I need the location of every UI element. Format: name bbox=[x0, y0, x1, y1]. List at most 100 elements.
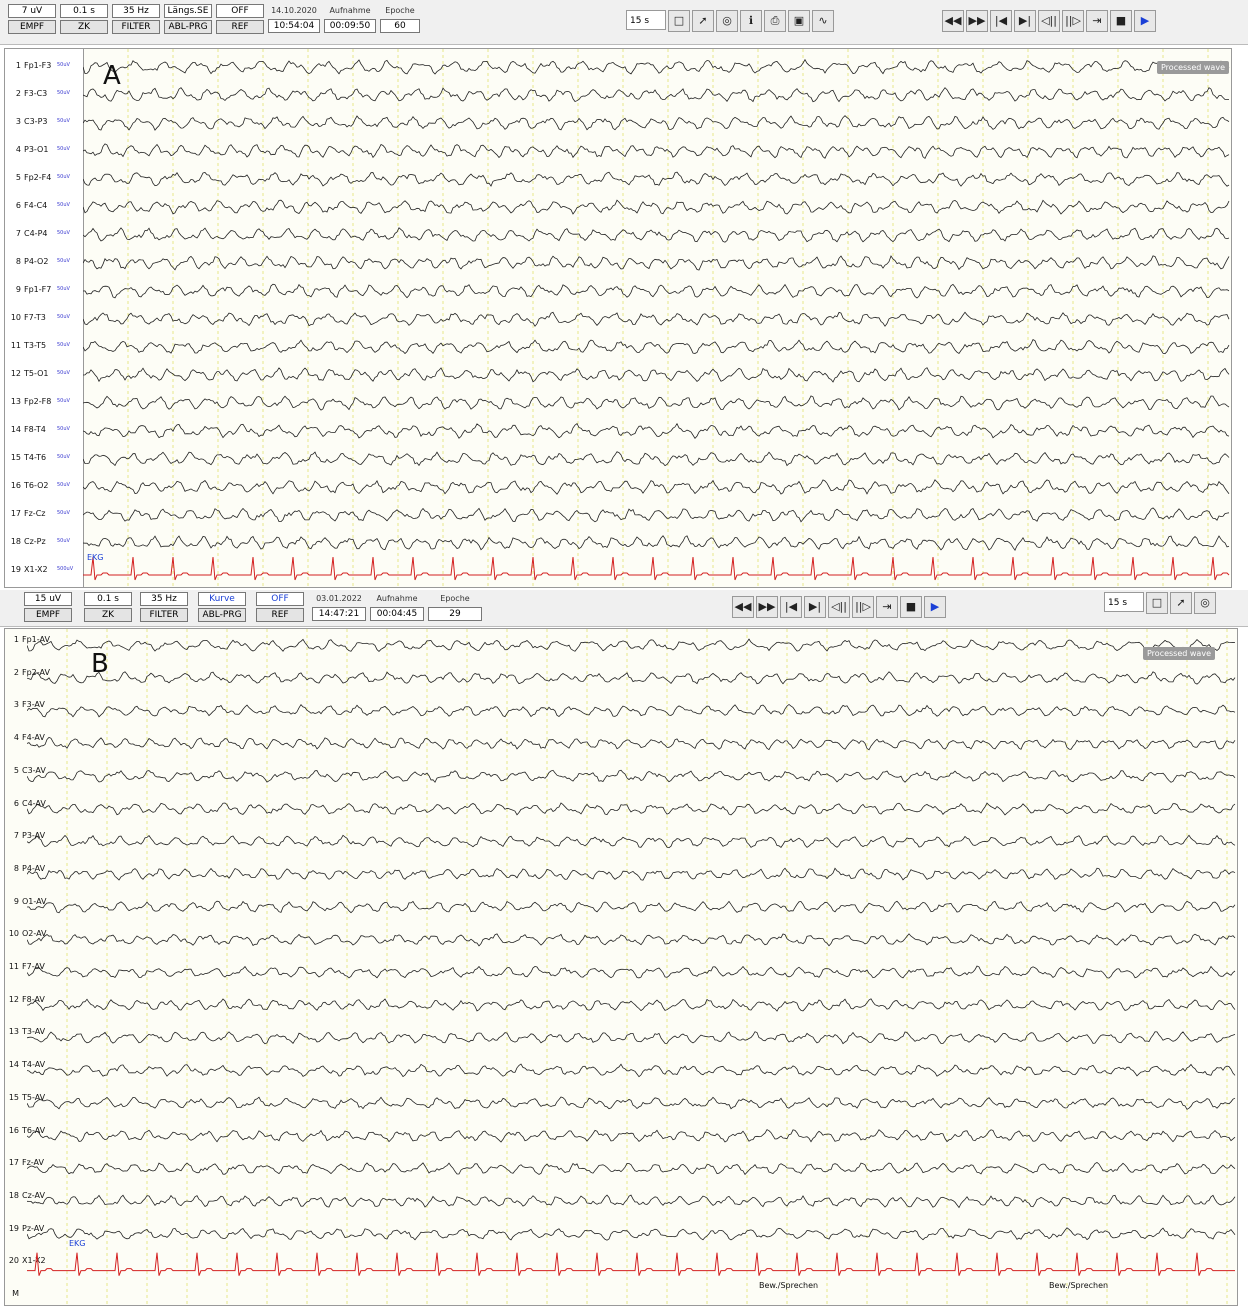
epoche-value[interactable]: 60 bbox=[380, 19, 420, 33]
zk-label-b[interactable]: ZK bbox=[84, 608, 132, 622]
timebase-select-b[interactable]: 15 s bbox=[1104, 592, 1144, 612]
step-forward-icon[interactable]: ||▷ bbox=[1062, 10, 1084, 32]
globe-icon[interactable]: ◎ bbox=[1194, 592, 1216, 614]
ablprg-label[interactable]: ABL-PRG bbox=[164, 20, 212, 34]
skip-end-icon[interactable]: ▶| bbox=[804, 596, 826, 618]
empf-control[interactable]: 7 uV EMPF bbox=[8, 4, 56, 34]
empf-label-b[interactable]: EMPF bbox=[24, 608, 72, 622]
ablprg-value[interactable]: Längs.SE bbox=[164, 4, 212, 18]
filter-control[interactable]: 35 Hz FILTER bbox=[112, 4, 160, 34]
event-marker-1[interactable]: Bew./Sprechen bbox=[759, 1281, 818, 1290]
channel-label[interactable]: 3 C3-P3 bbox=[7, 117, 48, 126]
eeg-trace bbox=[83, 479, 1230, 495]
channel-label[interactable]: 2 F3-C3 bbox=[7, 89, 47, 98]
fast-forward-icon[interactable]: ▶▶ bbox=[966, 10, 988, 32]
ref-label-b[interactable]: REF bbox=[256, 608, 304, 622]
skip-start-icon[interactable]: |◀ bbox=[780, 596, 802, 618]
ablprg-label-b[interactable]: ABL-PRG bbox=[198, 608, 246, 622]
channel-label[interactable]: 19 X1-X2 bbox=[7, 565, 48, 574]
nav-group-b: ◀◀ ▶▶ |◀ ▶| ◁|| ||▷ ⇥ ■ ▶ bbox=[732, 596, 946, 618]
channel-label[interactable]: 5 Fp2-F4 bbox=[7, 173, 51, 182]
ref-control-b[interactable]: OFF REF bbox=[256, 592, 304, 622]
skip-start-icon[interactable]: |◀ bbox=[990, 10, 1012, 32]
ref-value-b[interactable]: OFF bbox=[256, 592, 304, 606]
save-icon[interactable]: □ bbox=[1146, 592, 1168, 614]
fast-forward-icon[interactable]: ▶▶ bbox=[756, 596, 778, 618]
step-forward-icon[interactable]: ||▷ bbox=[852, 596, 874, 618]
info-icon[interactable]: ℹ bbox=[740, 10, 762, 32]
channel-label[interactable]: 10 F7-T3 bbox=[7, 313, 46, 322]
save-icon[interactable]: □ bbox=[668, 10, 690, 32]
filter-label[interactable]: FILTER bbox=[112, 20, 160, 34]
print-icon[interactable]: ⎙ bbox=[764, 10, 786, 32]
channel-label[interactable]: 8 P4-O2 bbox=[7, 257, 49, 266]
empf-label[interactable]: EMPF bbox=[8, 20, 56, 34]
ref-value[interactable]: OFF bbox=[216, 4, 264, 18]
step-back-icon[interactable]: ◁|| bbox=[1038, 10, 1060, 32]
channel-number: 18 bbox=[10, 537, 21, 546]
empf-control-b[interactable]: 15 uV EMPF bbox=[24, 592, 72, 622]
filter-control-b[interactable]: 35 Hz FILTER bbox=[140, 592, 188, 622]
eeg-plot-a[interactable]: 1 Fp1-F3 50uV 2 F3-C3 50uV 3 C3-P3 50uV 4 P3-O1 50u… bbox=[4, 48, 1232, 588]
channel-label[interactable]: 13 Fp2-F8 bbox=[7, 397, 52, 406]
channel-label[interactable]: 1 Fp1-F3 bbox=[7, 61, 51, 70]
zk-value-b[interactable]: 0.1 s bbox=[84, 592, 132, 606]
collapse-icon[interactable]: ⇥ bbox=[1086, 10, 1108, 32]
ablprg-value-b[interactable]: Kurve bbox=[198, 592, 246, 606]
epoche-value-b[interactable]: 29 bbox=[428, 607, 482, 621]
filter-label-b[interactable]: FILTER bbox=[140, 608, 188, 622]
ref-label[interactable]: REF bbox=[216, 20, 264, 34]
channel-label[interactable]: M bbox=[5, 1289, 22, 1298]
zk-value[interactable]: 0.1 s bbox=[60, 4, 108, 18]
rewind-icon[interactable]: ◀◀ bbox=[732, 596, 754, 618]
play-icon[interactable]: ▶ bbox=[1134, 10, 1156, 32]
channel-label[interactable]: 14 F8-T4 bbox=[7, 425, 46, 434]
event-marker-2[interactable]: Bew./Sprechen bbox=[1049, 1281, 1108, 1290]
rewind-icon[interactable]: ◀◀ bbox=[942, 10, 964, 32]
zk-label[interactable]: ZK bbox=[60, 20, 108, 34]
ablprg-control-b[interactable]: Kurve ABL-PRG bbox=[198, 592, 246, 622]
channel-label[interactable]: 12 T5-O1 bbox=[7, 369, 49, 378]
skip-end-icon[interactable]: ▶| bbox=[1014, 10, 1036, 32]
ablprg-control[interactable]: Längs.SE ABL-PRG bbox=[164, 4, 212, 34]
stop-icon[interactable]: ■ bbox=[900, 596, 922, 618]
timebase-select[interactable]: 15 s bbox=[626, 10, 666, 30]
globe-icon[interactable]: ◎ bbox=[716, 10, 738, 32]
empf-value-b[interactable]: 15 uV bbox=[24, 592, 72, 606]
channel-label[interactable]: 18 Cz-Pz bbox=[7, 537, 46, 546]
zk-control[interactable]: 0.1 s ZK bbox=[60, 4, 108, 34]
channel-label[interactable]: 11 T3-T5 bbox=[7, 341, 46, 350]
camera-icon[interactable]: ▣ bbox=[788, 10, 810, 32]
empf-value[interactable]: 7 uV bbox=[8, 4, 56, 18]
toolbar-b: 15 uV EMPF 0.1 s ZK 35 Hz FILTER Kurve ABL-P… bbox=[0, 590, 1248, 627]
channel-label[interactable]: 17 Fz-Cz bbox=[7, 509, 46, 518]
channel-label[interactable]: 7 C4-P4 bbox=[7, 229, 48, 238]
channel-label[interactable]: 6 F4-C4 bbox=[7, 201, 47, 210]
play-icon[interactable]: ▶ bbox=[924, 596, 946, 618]
channel-label[interactable]: 9 Fp1-F7 bbox=[7, 285, 51, 294]
eeg-trace bbox=[83, 58, 1230, 75]
collapse-icon[interactable]: ⇥ bbox=[876, 596, 898, 618]
eeg-traces-a bbox=[83, 49, 1230, 587]
montage-icon[interactable]: ➚ bbox=[692, 10, 714, 32]
montage-icon[interactable]: ➚ bbox=[1170, 592, 1192, 614]
channel-label[interactable]: 4 P3-O1 bbox=[7, 145, 49, 154]
channel-label[interactable]: 16 T6-O2 bbox=[7, 481, 49, 490]
eeg-trace bbox=[83, 339, 1230, 355]
zk-control-b[interactable]: 0.1 s ZK bbox=[84, 592, 132, 622]
eeg-trace bbox=[83, 199, 1230, 215]
ref-control[interactable]: OFF REF bbox=[216, 4, 264, 34]
channel-name: P3-O1 bbox=[24, 145, 49, 154]
filter-value-b[interactable]: 35 Hz bbox=[140, 592, 188, 606]
filter-value[interactable]: 35 Hz bbox=[112, 4, 160, 18]
step-back-icon[interactable]: ◁|| bbox=[828, 596, 850, 618]
eeg-plot-b[interactable]: 1 Fp1-AV 2 Fp2-AV 3 F3-AV 4 F4-AV 5 C3-AV 6 C4-AV 7 P… bbox=[4, 628, 1238, 1306]
channel-number: 8 bbox=[13, 863, 19, 873]
channel-number: 10 bbox=[10, 313, 21, 322]
wave-icon[interactable]: ∿ bbox=[812, 10, 834, 32]
channel-number: 14 bbox=[10, 425, 21, 434]
stop-icon[interactable]: ■ bbox=[1110, 10, 1132, 32]
channel-label[interactable]: 15 T4-T6 bbox=[7, 453, 46, 462]
channel-name: C3-P3 bbox=[24, 117, 48, 126]
channel-number: 10 bbox=[8, 929, 19, 939]
